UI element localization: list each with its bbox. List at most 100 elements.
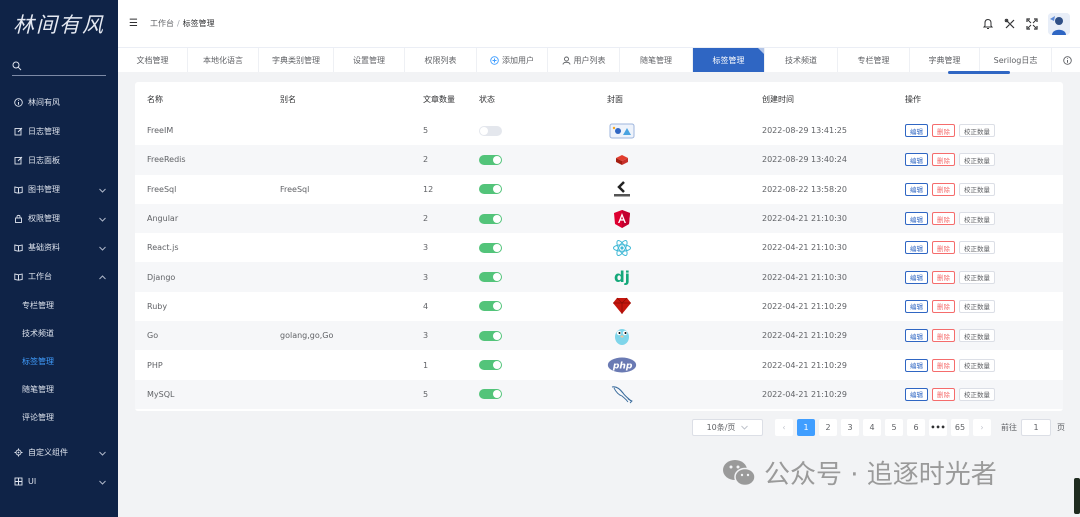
cell-name: FreeIM <box>147 126 174 136</box>
tab[interactable]: 标签管理 <box>693 48 765 72</box>
delete-button[interactable]: 删除 <box>932 329 955 343</box>
tab[interactable]: 随笔管理 <box>620 48 693 72</box>
fix-count-button[interactable]: 校正数量 <box>959 270 995 284</box>
sidebar-item-2[interactable]: 日志面板 <box>0 146 118 175</box>
edit-button[interactable]: 编辑 <box>905 212 928 226</box>
fix-count-button[interactable]: 校正数量 <box>959 153 995 167</box>
fix-count-button[interactable]: 校正数量 <box>959 182 995 196</box>
status-toggle[interactable] <box>479 330 502 341</box>
page-number-button[interactable]: 2 <box>819 418 837 436</box>
tab[interactable]: 用户列表 <box>548 48 620 72</box>
tab[interactable] <box>1052 48 1080 72</box>
delete-button[interactable]: 删除 <box>932 387 955 401</box>
delete-button[interactable]: 删除 <box>932 182 955 196</box>
avatar[interactable] <box>1048 13 1070 35</box>
next-page-button[interactable]: › <box>973 418 991 436</box>
tab[interactable]: Serilog日志 <box>980 48 1052 72</box>
fix-count-button[interactable]: 校正数量 <box>959 329 995 343</box>
edit-button[interactable]: 编辑 <box>905 182 928 196</box>
delete-button[interactable]: 删除 <box>932 124 955 138</box>
page-number-button[interactable]: 5 <box>885 418 903 436</box>
page-size-select[interactable]: 10条/页 <box>692 418 763 436</box>
fullscreen-icon[interactable] <box>1026 18 1038 30</box>
status-toggle[interactable] <box>479 213 502 224</box>
delete-button[interactable]: 删除 <box>932 299 955 313</box>
edit-button[interactable]: 编辑 <box>905 299 928 313</box>
tools-icon[interactable] <box>1004 18 1016 30</box>
status-toggle[interactable] <box>479 125 502 136</box>
status-toggle[interactable] <box>479 184 502 195</box>
status-toggle[interactable] <box>479 360 502 371</box>
sidebar-subitem[interactable]: 随笔管理 <box>0 375 118 403</box>
tab[interactable]: 设置管理 <box>334 48 405 72</box>
edit-button[interactable]: 编辑 <box>905 241 928 255</box>
fix-count-button[interactable]: 校正数量 <box>959 299 995 313</box>
sidebar-item-5[interactable]: 基础资料 <box>0 233 118 262</box>
page-number-button[interactable]: 65 <box>951 418 969 436</box>
tab[interactable]: 字典类别管理 <box>259 48 334 72</box>
status-toggle[interactable] <box>479 272 502 283</box>
lock-icon <box>14 214 26 223</box>
fix-count-button[interactable]: 校正数量 <box>959 124 995 138</box>
edit-button[interactable]: 编辑 <box>905 270 928 284</box>
tab[interactable]: 本地化语言 <box>188 48 259 72</box>
cell-ops: 编辑 删除 校正数量 <box>905 153 1063 167</box>
fix-count-button[interactable]: 校正数量 <box>959 241 995 255</box>
sidebar-subitem[interactable]: 专栏管理 <box>0 291 118 319</box>
fix-count-button[interactable]: 校正数量 <box>959 387 995 401</box>
status-toggle[interactable] <box>479 301 502 312</box>
fix-count-button[interactable]: 校正数量 <box>959 212 995 226</box>
sidebar-subitem[interactable]: 标签管理 <box>0 347 118 375</box>
cell-created: 2022-08-22 13:58:20 <box>762 184 847 194</box>
tab[interactable]: 字典管理 <box>910 48 980 72</box>
sidebar-item-label: 自定义组件 <box>28 448 68 457</box>
page-number-button[interactable]: 4 <box>863 418 881 436</box>
prev-page-button[interactable]: ‹ <box>775 418 793 436</box>
tab[interactable]: 文档管理 <box>118 48 188 72</box>
edit-button[interactable]: 编辑 <box>905 124 928 138</box>
edit-button[interactable]: 编辑 <box>905 358 928 372</box>
sidebar-subitem[interactable]: 评论管理 <box>0 403 118 431</box>
scrollbar-thumb[interactable] <box>1074 478 1080 514</box>
cell-created: 2022-04-21 21:10:30 <box>762 243 847 253</box>
tab[interactable]: 专栏管理 <box>838 48 910 72</box>
delete-button[interactable]: 删除 <box>932 153 955 167</box>
page-number-button[interactable]: 3 <box>841 418 859 436</box>
sidebar-subitem[interactable]: 技术频道 <box>0 319 118 347</box>
page-number-button[interactable]: 1 <box>797 418 815 436</box>
more-pages-button[interactable]: ••• <box>929 418 947 436</box>
chevron-down-icon <box>99 215 106 224</box>
status-toggle[interactable] <box>479 154 502 165</box>
edit-button[interactable]: 编辑 <box>905 329 928 343</box>
page-number-button[interactable]: 6 <box>907 418 925 436</box>
hamburger-icon[interactable]: ☰ <box>129 18 138 29</box>
delete-button[interactable]: 删除 <box>932 270 955 284</box>
cell-ops: 编辑 删除 校正数量 <box>905 358 1063 372</box>
edit-button[interactable]: 编辑 <box>905 153 928 167</box>
fix-count-button[interactable]: 校正数量 <box>959 358 995 372</box>
sidebar-item-1[interactable]: 日志管理 <box>0 117 118 146</box>
delete-button[interactable]: 删除 <box>932 241 955 255</box>
header-created: 创建时间 <box>762 94 794 104</box>
watermark: 公众号 · 追逐时光者 <box>722 454 997 491</box>
sidebar-item-bottom-1[interactable]: UI <box>0 467 118 496</box>
delete-button[interactable]: 删除 <box>932 358 955 372</box>
tab[interactable]: 添加用户 <box>477 48 548 72</box>
tab-label: 技术频道 <box>785 55 817 65</box>
cell-name: Ruby <box>147 301 168 311</box>
tab[interactable]: 技术频道 <box>765 48 838 72</box>
sidebar-item-4[interactable]: 权限管理 <box>0 204 118 233</box>
sidebar-item-bottom-0[interactable]: 自定义组件 <box>0 438 118 467</box>
status-toggle[interactable] <box>479 389 502 400</box>
delete-button[interactable]: 删除 <box>932 212 955 226</box>
tab[interactable]: 权限列表 <box>405 48 477 72</box>
bell-icon[interactable] <box>982 18 994 30</box>
sidebar-item-6[interactable]: 工作台 <box>0 262 118 291</box>
sidebar-search[interactable] <box>12 58 106 76</box>
goto-page-input[interactable]: 1 <box>1021 418 1051 436</box>
edit-button[interactable]: 编辑 <box>905 387 928 401</box>
breadcrumb-parent[interactable]: 工作台 <box>150 19 174 28</box>
sidebar-item-3[interactable]: 图书管理 <box>0 175 118 204</box>
status-toggle[interactable] <box>479 242 502 253</box>
sidebar-item-0[interactable]: 林间有风 <box>0 88 118 117</box>
